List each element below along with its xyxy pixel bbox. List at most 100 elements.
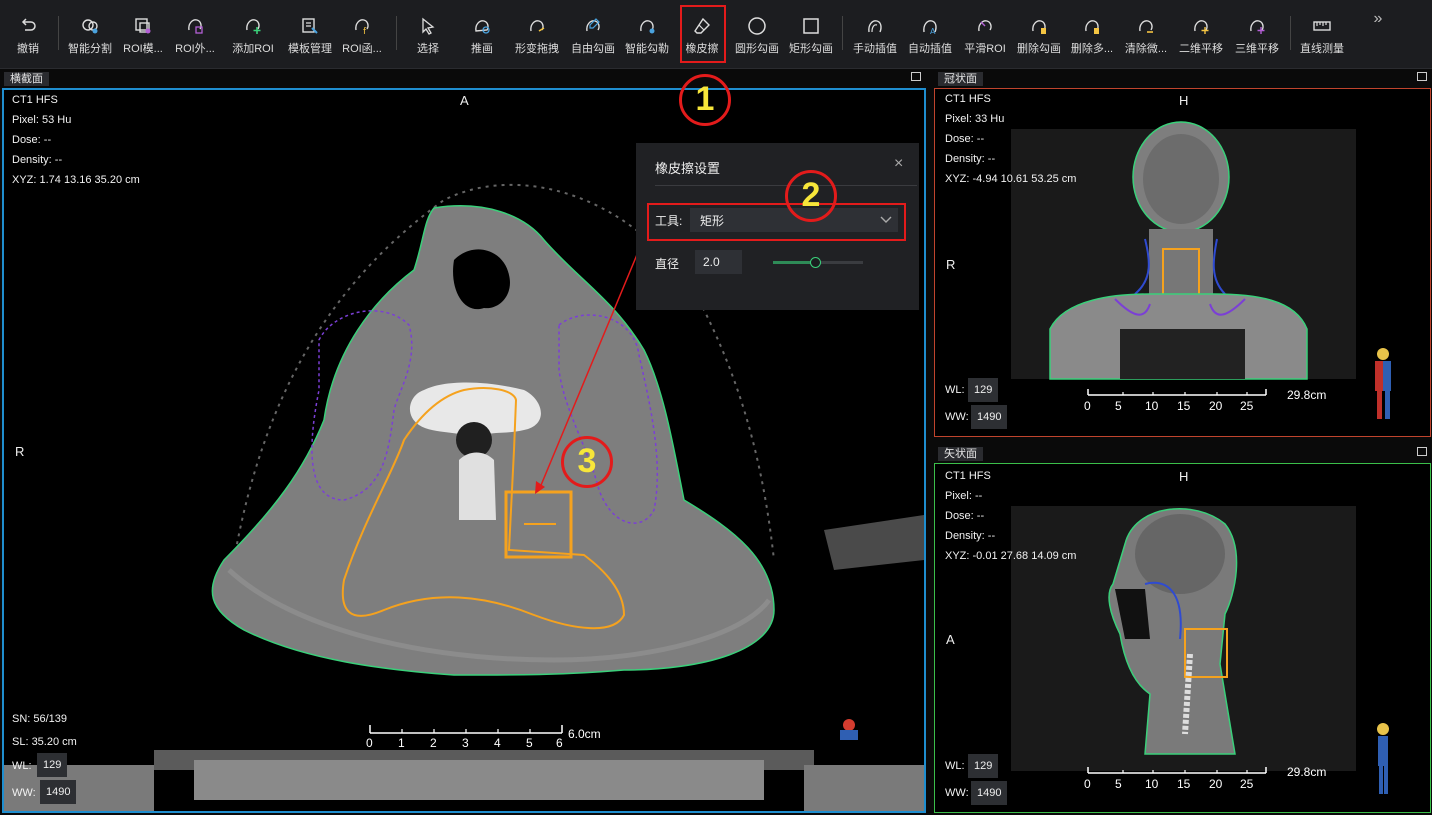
eraser-settings-title: 橡皮擦设置 xyxy=(655,161,721,176)
toolbar-separator xyxy=(842,16,843,50)
pan-2d-button[interactable]: 二维平移 xyxy=(1176,6,1226,62)
roi-template-button[interactable]: ROI模... xyxy=(120,6,166,62)
coronal-dir-left: R xyxy=(946,257,956,272)
sagittal-scale-tick: 5 xyxy=(1115,777,1122,791)
diameter-input[interactable]: 2.0 xyxy=(695,250,742,274)
select-button[interactable]: 选择 xyxy=(408,6,448,62)
clear-micro-button[interactable]: 清除微... xyxy=(1122,6,1170,62)
coronal-wl-label: WL: xyxy=(945,384,965,396)
coronal-scale-tick: 20 xyxy=(1209,399,1223,413)
smart-segment-button[interactable]: 智能分割 xyxy=(64,6,116,62)
sagittal-wl-value[interactable]: 129 xyxy=(968,754,999,778)
sagittal-scale-tick: 0 xyxy=(1084,777,1091,791)
axial-ww-label: WW: xyxy=(12,787,36,799)
roi-expand-button[interactable]: ROI外... xyxy=(172,6,218,62)
callout-2: 2 xyxy=(785,170,837,222)
template-manage-button[interactable]: 模板管理 xyxy=(284,6,336,62)
sagittal-info: CT1 HFS Pixel: -- Dose: -- Density: -- X… xyxy=(945,470,1077,562)
deform-drag-button[interactable]: 形变拖拽 xyxy=(512,6,562,62)
sagittal-dir-top: H xyxy=(1179,469,1189,484)
axial-panel-title: 横截面 xyxy=(4,72,49,86)
smart-outline-button[interactable]: 智能勾勒 xyxy=(622,6,672,62)
sagittal-panel-title: 矢状面 xyxy=(938,447,983,461)
push-draw-button[interactable]: 推画 xyxy=(462,6,502,62)
coronal-ww-label: WW: xyxy=(945,411,969,423)
axial-info: CT1 HFS Pixel: 53 Hu Dose: -- Density: -… xyxy=(12,94,140,186)
axial-scale-tick: 5 xyxy=(526,736,533,750)
add-roi-icon xyxy=(246,19,261,34)
manual-interp-button[interactable]: 手动插值 xyxy=(850,6,900,62)
manual-interp-icon xyxy=(868,20,882,33)
auto-interp-button[interactable]: A 自动插值 xyxy=(904,6,956,62)
freehand-button[interactable]: 自由勾画 xyxy=(568,6,618,62)
axial-dir-left: R xyxy=(15,444,25,459)
smart-outline-icon xyxy=(640,20,655,34)
coronal-ww-value[interactable]: 1490 xyxy=(971,405,1008,429)
diameter-slider[interactable] xyxy=(773,257,863,268)
chevron-double-right-icon: » xyxy=(1373,10,1383,27)
deform-drag-icon xyxy=(530,20,545,32)
roi-expand-icon xyxy=(188,19,203,34)
coronal-scale-tick: 25 xyxy=(1240,399,1254,413)
axial-wl-value[interactable]: 129 xyxy=(37,753,68,777)
ruler-icon xyxy=(1313,21,1331,31)
freehand-icon xyxy=(586,18,600,32)
axial-maximize-icon[interactable] xyxy=(911,72,921,81)
sagittal-wl-label: WL: xyxy=(945,760,965,772)
select-arrow-icon xyxy=(422,17,435,35)
callout-3: 3 xyxy=(561,436,613,488)
smart-segment-icon xyxy=(82,19,98,34)
pan-3d-button[interactable]: 三维平移 xyxy=(1232,6,1282,62)
axial-scale-unit: 6.0cm xyxy=(568,727,601,741)
undo-button[interactable]: 撤销 xyxy=(8,6,48,62)
template-manage-icon xyxy=(302,18,318,34)
sagittal-maximize-icon[interactable] xyxy=(1417,447,1427,456)
sagittal-scale-unit: 29.8cm xyxy=(1287,765,1327,779)
push-draw-icon xyxy=(475,20,490,34)
circle-draw-button[interactable]: 圆形勾画 xyxy=(732,6,782,62)
undo-icon xyxy=(21,18,36,31)
axial-wl-label: WL: xyxy=(12,760,32,772)
smooth-roi-icon xyxy=(978,20,992,32)
coronal-scale-tick: 5 xyxy=(1115,399,1122,413)
tool-highlight-box xyxy=(647,203,906,241)
delete-contour-button[interactable]: 删除勾画 xyxy=(1014,6,1064,62)
coronal-scale-tick: 15 xyxy=(1177,399,1191,413)
toolbar-separator xyxy=(58,16,59,50)
coronal-scale-unit: 29.8cm xyxy=(1287,388,1327,402)
coronal-view[interactable]: CT1 HFS Pixel: 33 Hu Dose: -- Density: -… xyxy=(934,88,1431,437)
coronal-wl-value[interactable]: 129 xyxy=(968,378,999,402)
sagittal-scale-tick: 25 xyxy=(1240,777,1254,791)
rect-draw-button[interactable]: 矩形勾画 xyxy=(786,6,836,62)
ruler-button[interactable]: 直线测量 xyxy=(1296,6,1348,62)
svg-text:f: f xyxy=(363,27,367,36)
axial-scale-tick: 4 xyxy=(494,736,501,750)
delete-contour-icon xyxy=(1032,20,1046,34)
add-roi-button[interactable]: 添加ROI xyxy=(228,6,278,62)
toolbar: 撤销 智能分割 ROI模... ROI外... 添加ROI 模板管理 f ROI… xyxy=(0,0,1432,69)
rect-draw-icon xyxy=(803,18,819,34)
toolbar-separator xyxy=(396,16,397,50)
coronal-info: CT1 HFS Pixel: 33 Hu Dose: -- Density: -… xyxy=(945,93,1077,185)
sagittal-view[interactable]: CT1 HFS Pixel: -- Dose: -- Density: -- X… xyxy=(934,463,1431,813)
coronal-scale-tick: 0 xyxy=(1084,399,1091,413)
delete-multi-button[interactable]: 删除多... xyxy=(1068,6,1116,62)
sagittal-scale-tick: 10 xyxy=(1145,777,1159,791)
diameter-slider-fill xyxy=(773,261,816,264)
coronal-maximize-icon[interactable] xyxy=(1417,72,1427,81)
roi-function-icon: f xyxy=(355,19,369,36)
smooth-roi-button[interactable]: 平滑ROI xyxy=(962,6,1008,62)
toolbar-more-button[interactable]: » xyxy=(1366,10,1390,66)
sagittal-ww-value[interactable]: 1490 xyxy=(971,781,1008,805)
diameter-label: 直径 xyxy=(655,257,680,271)
axial-ww-value[interactable]: 1490 xyxy=(40,780,77,804)
clear-micro-icon xyxy=(1139,20,1153,33)
sagittal-scale-tick: 20 xyxy=(1209,777,1223,791)
close-icon[interactable]: × xyxy=(894,155,903,173)
sagittal-scale-tick: 15 xyxy=(1177,777,1191,791)
axial-sn: SN: 56/139 xyxy=(12,713,68,725)
pan-3d-icon xyxy=(1250,20,1265,34)
coronal-scale-tick: 10 xyxy=(1145,399,1159,413)
pan-2d-icon xyxy=(1194,20,1209,34)
roi-function-button[interactable]: f ROI函... xyxy=(340,6,384,62)
